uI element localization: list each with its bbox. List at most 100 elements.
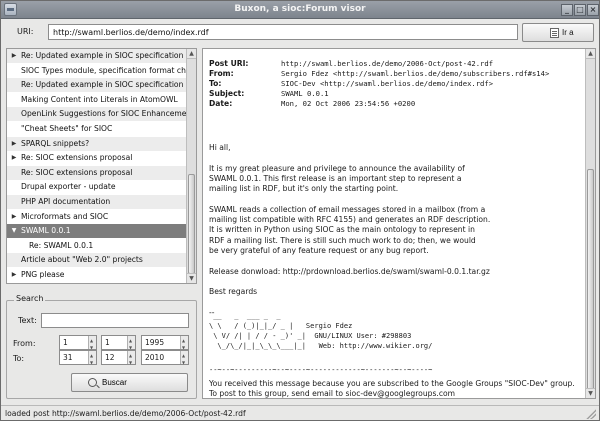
thread-title: "Cheat Sheets" for SIOC xyxy=(21,124,113,133)
from-label: From: xyxy=(13,339,36,348)
signature-line: __ _ ___ _ _ xyxy=(209,312,281,320)
body-line: Hi all, xyxy=(209,143,231,152)
from-year-spinner[interactable]: 1995 xyxy=(141,334,189,354)
thread-row[interactable]: ▶ PNG please xyxy=(7,268,187,282)
thread-row[interactable]: SIOC Types module, specification format … xyxy=(7,64,187,78)
body-line: RDF a mailing list. There is still such … xyxy=(209,235,476,245)
thread-row[interactable]: ▶ Re: SIOC extensions proposal xyxy=(7,151,187,165)
thread-row[interactable]: Drupal exporter - update xyxy=(7,180,187,194)
header-value: SIOC-Dev <http://swaml.berlios.de/demo/i… xyxy=(281,79,494,88)
spinner-arrows-icon[interactable] xyxy=(180,334,188,354)
body-line: Release donwload: http://prdownload.berl… xyxy=(209,266,490,276)
thread-title: SPARQL snippets? xyxy=(21,138,90,148)
to-label: To: xyxy=(13,354,25,363)
message-scrollbar[interactable]: ▲ ▼ xyxy=(585,49,595,398)
body-line: It is written in Python using SIOC as th… xyxy=(209,225,475,235)
body-line: be very grateful of any feature request … xyxy=(209,246,429,255)
search-legend: Search xyxy=(14,294,46,303)
uri-label: URI: xyxy=(17,27,34,36)
thread-row[interactable]: Re: Updated example in SIOC specificatio… xyxy=(7,78,187,93)
thread-row[interactable]: Re: SWAML 0.0.1 xyxy=(7,239,187,253)
expander-arrow-icon[interactable]: ▶ xyxy=(10,49,18,63)
scroll-up-icon[interactable]: ▲ xyxy=(187,49,196,59)
scroll-down-icon[interactable]: ▼ xyxy=(187,273,196,283)
scrollbar-thumb[interactable] xyxy=(587,169,594,394)
header-value: Sergio Fdez <http://swaml.berlios.de/dem… xyxy=(281,69,550,78)
expander-arrow-icon[interactable]: ▶ xyxy=(10,268,18,282)
thread-title: Microformats and SIOC xyxy=(21,211,109,221)
from-day-value: 1 xyxy=(63,338,68,347)
thread-title: SWAML 0.0.1 xyxy=(21,226,71,236)
expander-arrow-icon[interactable]: ▶ xyxy=(10,210,18,224)
thread-list[interactable]: ▶ Re: Updated example in SIOC specificati… xyxy=(6,48,197,284)
message-view[interactable]: Post URI: http://swaml.berlios.de/demo/20… xyxy=(202,48,596,399)
to-year-spinner[interactable]: 2010 xyxy=(141,349,189,369)
thread-row[interactable]: Making Content into Literals in AtomOWL xyxy=(7,93,187,107)
thread-row[interactable]: "Cheat Sheets" for SIOC xyxy=(7,122,187,136)
header-key: To: xyxy=(209,79,222,88)
thread-title: Re: SIOC extensions proposal xyxy=(21,153,133,163)
uri-input[interactable] xyxy=(48,24,518,40)
go-button[interactable]: Ir a xyxy=(522,23,594,42)
spinner-arrows-icon[interactable] xyxy=(180,349,188,369)
thread-title: Re: SIOC extensions proposal xyxy=(21,167,133,177)
status-bar: loaded post http://swaml.berlios.de/demo… xyxy=(1,405,599,421)
thread-row[interactable]: ▼ SWAML 0.0.1 xyxy=(7,224,187,239)
thread-title: Re: Updated example in SIOC specificatio… xyxy=(21,80,184,90)
search-text-input[interactable] xyxy=(41,313,189,328)
thread-title: SIOC Types module, specification format … xyxy=(21,65,187,75)
spinner-arrows-icon[interactable] xyxy=(88,334,96,354)
thread-row[interactable]: Article about "Web 2.0" projects xyxy=(7,253,187,268)
search-button[interactable]: Buscar xyxy=(71,373,188,392)
thread-row[interactable]: PHP API documentation xyxy=(7,195,187,209)
to-month-value: 12 xyxy=(105,353,115,362)
expanded-arrow-icon[interactable]: ▼ xyxy=(10,224,18,238)
window-title: Buxon, a sioc:Forum visor xyxy=(234,4,366,14)
from-day-spinner[interactable]: 1 xyxy=(59,334,97,354)
signature-line: \ V/ /| | / / - _)' _| GNU/LINUX User: #… xyxy=(209,332,412,340)
main-window: Buxon, a sioc:Forum visor _ □ × URI: Ir … xyxy=(0,0,600,421)
to-year-value: 2010 xyxy=(145,353,165,362)
thread-row[interactable]: Re: SIOC extensions proposal xyxy=(7,165,187,180)
header-key: Subject: xyxy=(209,89,245,98)
footer-line: You received this message because you ar… xyxy=(209,379,575,388)
title-bar[interactable]: Buxon, a sioc:Forum visor _ □ × xyxy=(1,1,599,19)
from-month-spinner[interactable]: 1 xyxy=(101,334,136,354)
scroll-down-icon[interactable]: ▼ xyxy=(586,388,595,398)
minimize-icon[interactable]: _ xyxy=(561,4,573,16)
body-line: SWAML 0.0.1. This first release is an im… xyxy=(209,173,462,183)
body-line: mailing list in RDF, but it's only the s… xyxy=(209,184,399,194)
thread-title: OpenLink Suggestions for SIOC Enhancemer xyxy=(21,109,187,119)
expander-arrow-icon[interactable]: ▶ xyxy=(10,137,18,151)
thread-row[interactable]: ▶ Microformats and SIOC xyxy=(7,210,187,224)
uri-bar: URI: Ir a xyxy=(1,20,599,44)
spinner-arrows-icon[interactable] xyxy=(127,334,135,354)
thread-title: PHP API documentation xyxy=(21,197,111,206)
thread-title: Article about "Web 2.0" projects xyxy=(21,255,143,265)
to-month-spinner[interactable]: 12 xyxy=(101,349,136,369)
body-line: mailing list compatible with RFC 4155) a… xyxy=(209,215,491,225)
thread-row[interactable]: OpenLink Suggestions for SIOC Enhancemer xyxy=(7,107,187,122)
spinner-arrows-icon[interactable] xyxy=(127,349,135,369)
thread-title: Re: SWAML 0.0.1 xyxy=(29,240,94,250)
resize-grip-icon[interactable] xyxy=(586,409,596,419)
thread-list-scrollbar[interactable]: ▲ ▼ xyxy=(186,49,196,283)
status-text: loaded post http://swaml.berlios.de/demo… xyxy=(5,409,246,418)
scroll-up-icon[interactable]: ▲ xyxy=(586,49,595,59)
thread-title: Re: Updated example in SIOC specificatio… xyxy=(21,51,184,60)
go-button-label: Ir a xyxy=(562,28,574,37)
thread-row[interactable]: ▶ Re: Updated example in SIOC specificati… xyxy=(7,49,187,63)
thread-row[interactable]: ▶ SPARQL snippets? xyxy=(7,136,187,151)
magnifier-icon xyxy=(88,378,97,387)
body-line: SWAML reads a collection of email messag… xyxy=(209,204,486,214)
close-icon[interactable]: × xyxy=(587,4,599,16)
header-value: SWAML 0.0.1 xyxy=(281,89,329,98)
to-day-spinner[interactable]: 31 xyxy=(59,349,97,369)
maximize-icon[interactable]: □ xyxy=(574,4,586,16)
body-line: It is my great pleasure and privilege to… xyxy=(209,163,465,173)
spinner-arrows-icon[interactable] xyxy=(88,349,96,369)
scrollbar-thumb[interactable] xyxy=(188,174,195,274)
expander-arrow-icon[interactable]: ▶ xyxy=(10,151,18,165)
signature-line: \ \ / (_)|_|_/ _ | Sergio Fdez xyxy=(209,322,353,330)
separator-line: --~--~---------~--~----~------------~---… xyxy=(209,366,433,374)
